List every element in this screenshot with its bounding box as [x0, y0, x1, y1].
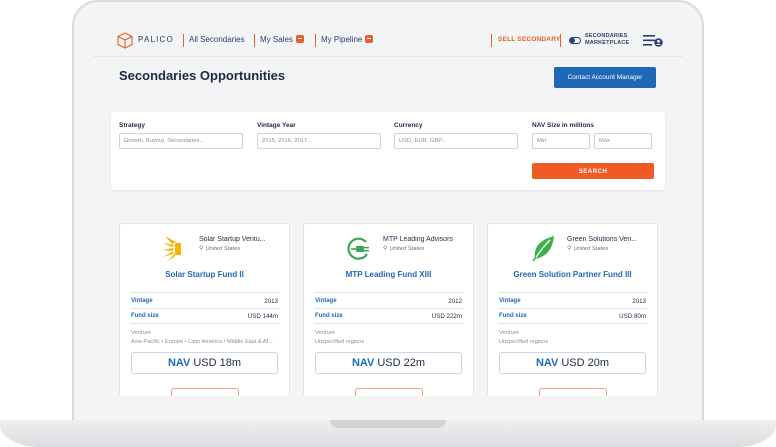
plug-icon — [347, 237, 369, 260]
pipeline-badge-icon — [365, 35, 374, 43]
vintage-label: Vintage — [131, 298, 153, 304]
nav-value-box: NAV USD 20m — [499, 352, 646, 374]
company-location: ⚲ United States — [199, 246, 241, 252]
page-title: Secondaries Opportunities — [119, 68, 286, 83]
top-navigation-bar: PALICO All Secondaries My Sales My Pipel… — [93, 24, 683, 57]
vintage-value: 2013 — [264, 298, 278, 305]
divider — [130, 292, 279, 293]
company-location: ⚲ United States — [567, 246, 609, 252]
fund-card[interactable]: Solar Startup Ventu... ⚲ United States So… — [119, 223, 290, 396]
location-pin-icon: ⚲ — [383, 246, 388, 252]
nav-max-input[interactable]: Max — [594, 133, 652, 149]
filter-panel: Strategy Growth, Buyout, Secondaries... … — [111, 112, 665, 190]
strategy-text: Venture — [499, 330, 519, 336]
location-pin-icon: ⚲ — [199, 246, 204, 252]
vintage-value: 2013 — [632, 298, 646, 305]
company-name: MTP Leading Advisors — [383, 236, 453, 243]
nav-value-box: NAV USD 18m — [131, 352, 278, 374]
vintage-label: Vintage — [499, 298, 521, 304]
divider — [314, 323, 463, 324]
app-screen: PALICO All Secondaries My Sales My Pipel… — [93, 24, 683, 396]
sunburst-icon — [162, 236, 181, 262]
nav-my-sales[interactable]: My Sales — [260, 35, 304, 44]
vintage-year-label: Vintage Year — [257, 122, 296, 129]
nav-divider — [183, 34, 184, 47]
fund-card[interactable]: MTP Leading Advisors ⚲ United States MTP … — [303, 223, 474, 396]
card-action-button[interactable] — [539, 388, 607, 396]
marketplace-label: SECONDARIES MARKETPLACE — [585, 33, 630, 46]
menu-user-icon[interactable] — [643, 34, 663, 47]
nav-divider — [254, 34, 255, 47]
fund-size-value: USD 80m — [619, 313, 646, 320]
sell-secondary-link[interactable]: SELL SECONDARY — [498, 36, 560, 43]
nav-divider — [491, 34, 492, 47]
nav-min-input[interactable]: Min — [532, 133, 590, 149]
leaf-icon — [532, 236, 554, 262]
card-action-button[interactable] — [171, 388, 239, 396]
vintage-value: 2012 — [448, 298, 462, 305]
vintage-year-input[interactable]: 2015, 2016, 2017... — [257, 133, 381, 149]
vintage-label: Vintage — [315, 298, 337, 304]
currency-label: Currency — [394, 122, 423, 129]
sales-badge-icon — [295, 35, 304, 43]
nav-size-label: NAV Size in millions — [532, 122, 595, 129]
cube-logo-icon[interactable] — [117, 32, 133, 49]
fund-card[interactable]: Green Solutions Ven... ⚲ United States Gr… — [487, 223, 658, 396]
currency-input[interactable]: USD, EUR, GBP... — [394, 133, 518, 149]
regions-text: Unspecified regions — [315, 339, 365, 345]
search-button[interactable]: SEARCH — [532, 163, 654, 179]
divider — [498, 292, 647, 293]
fund-name[interactable]: MTP Leading Fund XIII — [304, 270, 473, 279]
strategy-label: Strategy — [119, 122, 146, 129]
regions-text: Asia Pacific • Europe • Latin America • … — [131, 339, 273, 345]
company-location: ⚲ United States — [383, 246, 425, 252]
laptop-base — [0, 420, 776, 447]
divider — [130, 323, 279, 324]
contact-account-manager-button[interactable]: Contact Account Manager — [554, 67, 656, 88]
fund-size-label: Fund size — [499, 313, 527, 319]
nav-value-box: NAV USD 22m — [315, 352, 462, 374]
strategy-input[interactable]: Growth, Buyout, Secondaries... — [119, 133, 243, 149]
regions-text: Unspecified regions — [499, 339, 549, 345]
nav-all-secondaries[interactable]: All Secondaries — [189, 35, 245, 44]
logo-text[interactable]: PALICO — [138, 35, 174, 44]
fund-name[interactable]: Solar Startup Fund II — [120, 270, 289, 279]
nav-divider — [560, 34, 561, 47]
nav-my-pipeline[interactable]: My Pipeline — [321, 35, 374, 44]
company-name: Solar Startup Ventu... — [199, 236, 266, 243]
laptop-notch — [330, 420, 446, 428]
divider — [130, 308, 279, 309]
strategy-text: Venture — [315, 330, 335, 336]
divider — [498, 323, 647, 324]
location-pin-icon: ⚲ — [567, 246, 572, 252]
divider — [314, 292, 463, 293]
divider — [498, 308, 647, 309]
fund-size-value: USD 222m — [431, 313, 462, 320]
fund-size-value: USD 144m — [247, 313, 278, 320]
card-action-button[interactable] — [355, 388, 423, 396]
marketplace-toggle[interactable] — [569, 37, 581, 44]
fund-size-label: Fund size — [315, 313, 343, 319]
company-name: Green Solutions Ven... — [567, 236, 638, 243]
strategy-text: Venture — [131, 330, 151, 336]
divider — [314, 308, 463, 309]
fund-name[interactable]: Green Solution Partner Fund III — [488, 270, 657, 279]
fund-size-label: Fund size — [131, 313, 159, 319]
nav-divider — [315, 34, 316, 47]
